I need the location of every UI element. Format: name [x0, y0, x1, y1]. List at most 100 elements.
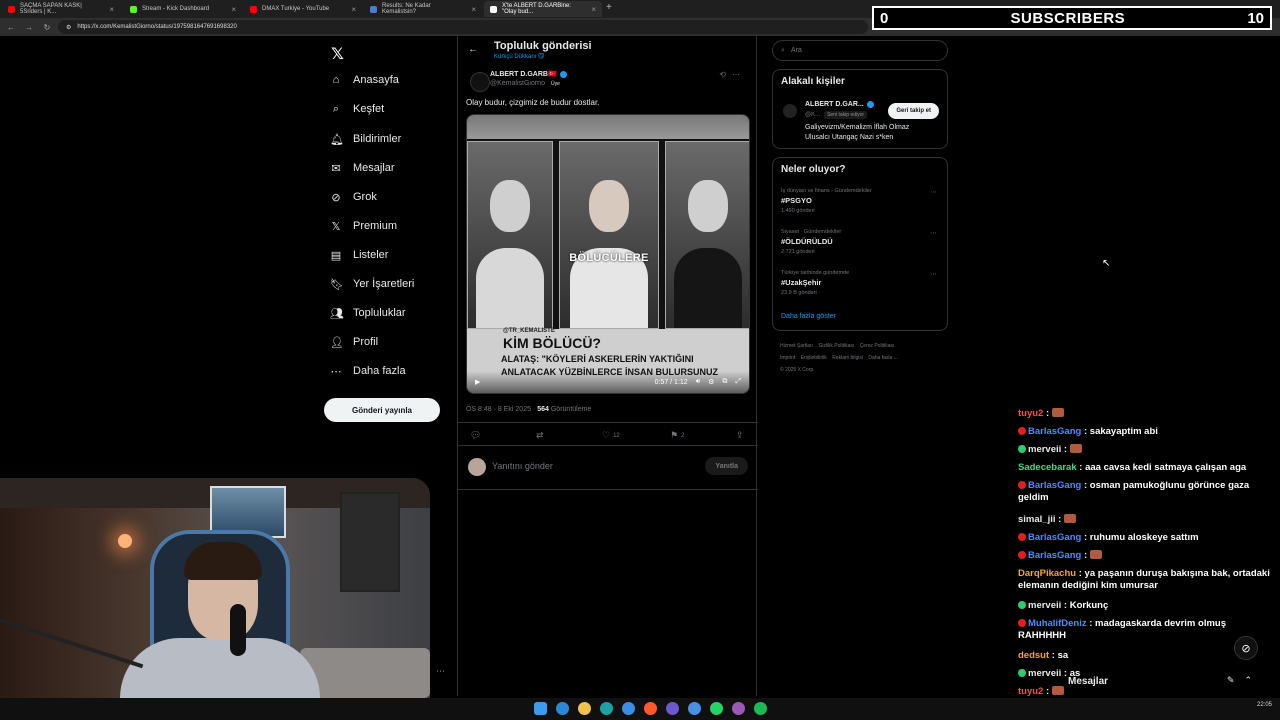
trend-item[interactable]: Türkiye tarihinde gündemde #UzakŞehir 23…: [781, 270, 849, 296]
reply-input[interactable]: Yanıtını gönder: [492, 461, 553, 471]
volume-icon[interactable]: 🔊︎: [696, 378, 700, 386]
more-icon[interactable]: ⋯: [930, 270, 937, 278]
reply-icon[interactable]: 💬︎: [470, 430, 481, 441]
footer-link[interactable]: Reklam bilgisi: [832, 355, 863, 361]
taskbar-app-icon[interactable]: [556, 702, 569, 715]
footer-link[interactable]: İmprint: [780, 355, 795, 361]
grok-icon[interactable]: ⊘: [1234, 636, 1258, 660]
bookmark-button[interactable]: ⚑ 2: [670, 430, 684, 441]
browser-tab[interactable]: DMAX Turkiye - YouTube ×: [244, 1, 362, 17]
chat-username[interactable]: DarqPikachu: [1018, 568, 1076, 579]
footer-link[interactable]: Erişilebilirlik: [801, 355, 827, 361]
browser-tab[interactable]: SAÇMA SAPAN KASK| 5Sriders | K... ×: [2, 1, 120, 17]
trend-count: 2.721 gönderi: [781, 249, 815, 255]
more-icon[interactable]: ⋯: [930, 229, 937, 237]
x-logo-icon[interactable]: 𝕏: [331, 44, 344, 64]
post-button[interactable]: Gönderi yayınla: [324, 398, 440, 422]
related-avatar[interactable]: [783, 104, 797, 118]
chat-username[interactable]: BarlasGang: [1028, 426, 1081, 437]
chat-username[interactable]: BarlasGang: [1028, 532, 1081, 543]
chat-username[interactable]: BarlasGang: [1028, 550, 1081, 561]
reply-button[interactable]: Yanıtla: [705, 457, 748, 475]
post-time[interactable]: ÖS 8:48 · 8 Eki 2025 ·: [466, 406, 535, 413]
share-icon[interactable]: ⇪: [736, 430, 744, 441]
taskbar-app-icon[interactable]: [710, 702, 723, 715]
more-options-icon[interactable]: ⋯: [436, 666, 445, 677]
reload-icon[interactable]: ↻: [40, 23, 54, 32]
chat-username[interactable]: merveii: [1028, 444, 1061, 455]
taskbar-app-icon[interactable]: [644, 702, 657, 715]
taskbar-app-icon[interactable]: [754, 702, 767, 715]
video-subline-1: ALATAŞ: "KÖYLERİ ASKERLERİN YAKTIĞINI: [501, 354, 694, 364]
nav-item-notifications[interactable]: 🔔︎ Bildirimler: [330, 128, 401, 150]
chat-username[interactable]: tuyu2: [1018, 408, 1043, 419]
footer-link[interactable]: Gizlilik Politikası: [818, 343, 854, 349]
browser-tab[interactable]: Stream - Kick Dashboard ×: [124, 1, 242, 17]
pip-icon[interactable]: ⧉: [722, 378, 727, 386]
nav-item-messages[interactable]: ✉ Mesajlar: [330, 157, 394, 179]
nav-item-lists[interactable]: ▤ Listeler: [330, 244, 389, 266]
repost-icon[interactable]: ⇄: [536, 430, 544, 441]
nav-item-explore[interactable]: ⌕ Keşfet: [330, 98, 384, 120]
trend-item[interactable]: Siyaset · Gündemdekiler #ÖLDÜRÜLDÜ 2.721…: [781, 229, 841, 255]
fullscreen-icon[interactable]: ⤢: [735, 378, 741, 386]
chat-username[interactable]: BarlasGang: [1028, 480, 1081, 491]
taskbar-app-icon[interactable]: [688, 702, 701, 715]
footer-link[interactable]: Hizmet Şartları: [780, 343, 813, 349]
search-input[interactable]: ⌕ Ara: [772, 40, 948, 61]
back-arrow-icon[interactable]: ←: [4, 23, 18, 32]
new-tab-button[interactable]: +: [606, 2, 612, 13]
author-name[interactable]: ALBERT D.GARB🇹🇷: [490, 70, 567, 78]
footer-link[interactable]: Çerez Politikası: [860, 343, 895, 349]
chat-username[interactable]: merveii: [1028, 600, 1061, 611]
close-icon[interactable]: ×: [231, 5, 236, 14]
forward-arrow-icon[interactable]: →: [22, 23, 36, 32]
chat-username[interactable]: simal_jii: [1018, 514, 1056, 525]
footer-link[interactable]: Daha fazla ...: [868, 355, 897, 361]
chat-username[interactable]: Sadecebarak: [1018, 462, 1077, 473]
close-icon[interactable]: ×: [351, 5, 356, 14]
nav-item-more[interactable]: ⋯ Daha fazla: [330, 360, 406, 382]
video-center-caption: BÖLÜCÜLERE: [569, 252, 649, 264]
chat-badge-icon: [1018, 533, 1026, 541]
more-icon[interactable]: ⋯: [930, 188, 937, 196]
taskbar-app-icon[interactable]: [666, 702, 679, 715]
browser-tab[interactable]: Results: Ne Kadar Kemalistsin? ×: [364, 1, 482, 17]
chat-username[interactable]: dedsut: [1018, 650, 1049, 661]
windows-start-icon[interactable]: [534, 702, 547, 715]
taskbar-app-icon[interactable]: [578, 702, 591, 715]
settings-icon[interactable]: ⚙: [708, 378, 714, 386]
close-icon[interactable]: ×: [591, 5, 596, 14]
show-more-link[interactable]: Daha fazla göster: [781, 313, 836, 320]
play-icon[interactable]: ▶: [475, 378, 480, 386]
browser-tab-active[interactable]: X'te ALBERT D.GARBine: "Olay bud... ×: [484, 1, 602, 17]
community-link[interactable]: Kürkçü Dükkanı 😼: [494, 53, 544, 60]
related-name[interactable]: ALBERT D.GAR...: [805, 101, 874, 108]
close-icon[interactable]: ×: [471, 5, 476, 14]
like-button[interactable]: ♡ 12: [602, 430, 620, 441]
nav-item-premium[interactable]: 𝕏 Premium: [330, 215, 397, 237]
close-icon[interactable]: ×: [109, 5, 114, 14]
nav-item-bookmarks[interactable]: 🔖︎ Yer İşaretleri: [330, 273, 414, 295]
nav-item-grok[interactable]: ⊘ Grok: [330, 186, 376, 208]
taskbar-app-icon[interactable]: [622, 702, 635, 715]
video-player[interactable]: BÖLÜCÜLERE @TR_KEMALISTE KİM BÖLÜCÜ? ALA…: [466, 114, 750, 394]
video-time: 0:57 / 1:12: [654, 378, 688, 386]
chat-separator: :: [1076, 568, 1085, 579]
nav-item-profile[interactable]: 👤︎ Profil: [330, 331, 378, 353]
post-menu-icons[interactable]: ⟲⋯: [719, 70, 746, 79]
back-arrow-icon[interactable]: ←: [468, 44, 478, 55]
nav-item-communities[interactable]: 👥︎ Topluluklar: [330, 302, 406, 324]
chat-username[interactable]: MuhalifDeniz: [1028, 618, 1087, 629]
follow-back-button[interactable]: Geri takip et: [888, 103, 939, 119]
author-avatar[interactable]: [470, 72, 490, 92]
site-info-icon[interactable]: ⚙: [66, 24, 71, 31]
taskbar-app-icon[interactable]: [600, 702, 613, 715]
compose-icon[interactable]: ✎⌃: [1227, 675, 1262, 686]
address-bar[interactable]: ⚙ https://x.com/KemalistGiorno/status/19…: [58, 20, 868, 34]
home-icon: ⌂: [332, 74, 340, 86]
trend-item[interactable]: İş dünyası ve finans · Gündemdekiler #PS…: [781, 188, 872, 214]
nav-item-home[interactable]: ⌂ Anasayfa: [330, 69, 399, 91]
messages-drawer[interactable]: Mesajlar ✎⌃: [1040, 672, 1268, 692]
taskbar-app-icon[interactable]: [732, 702, 745, 715]
